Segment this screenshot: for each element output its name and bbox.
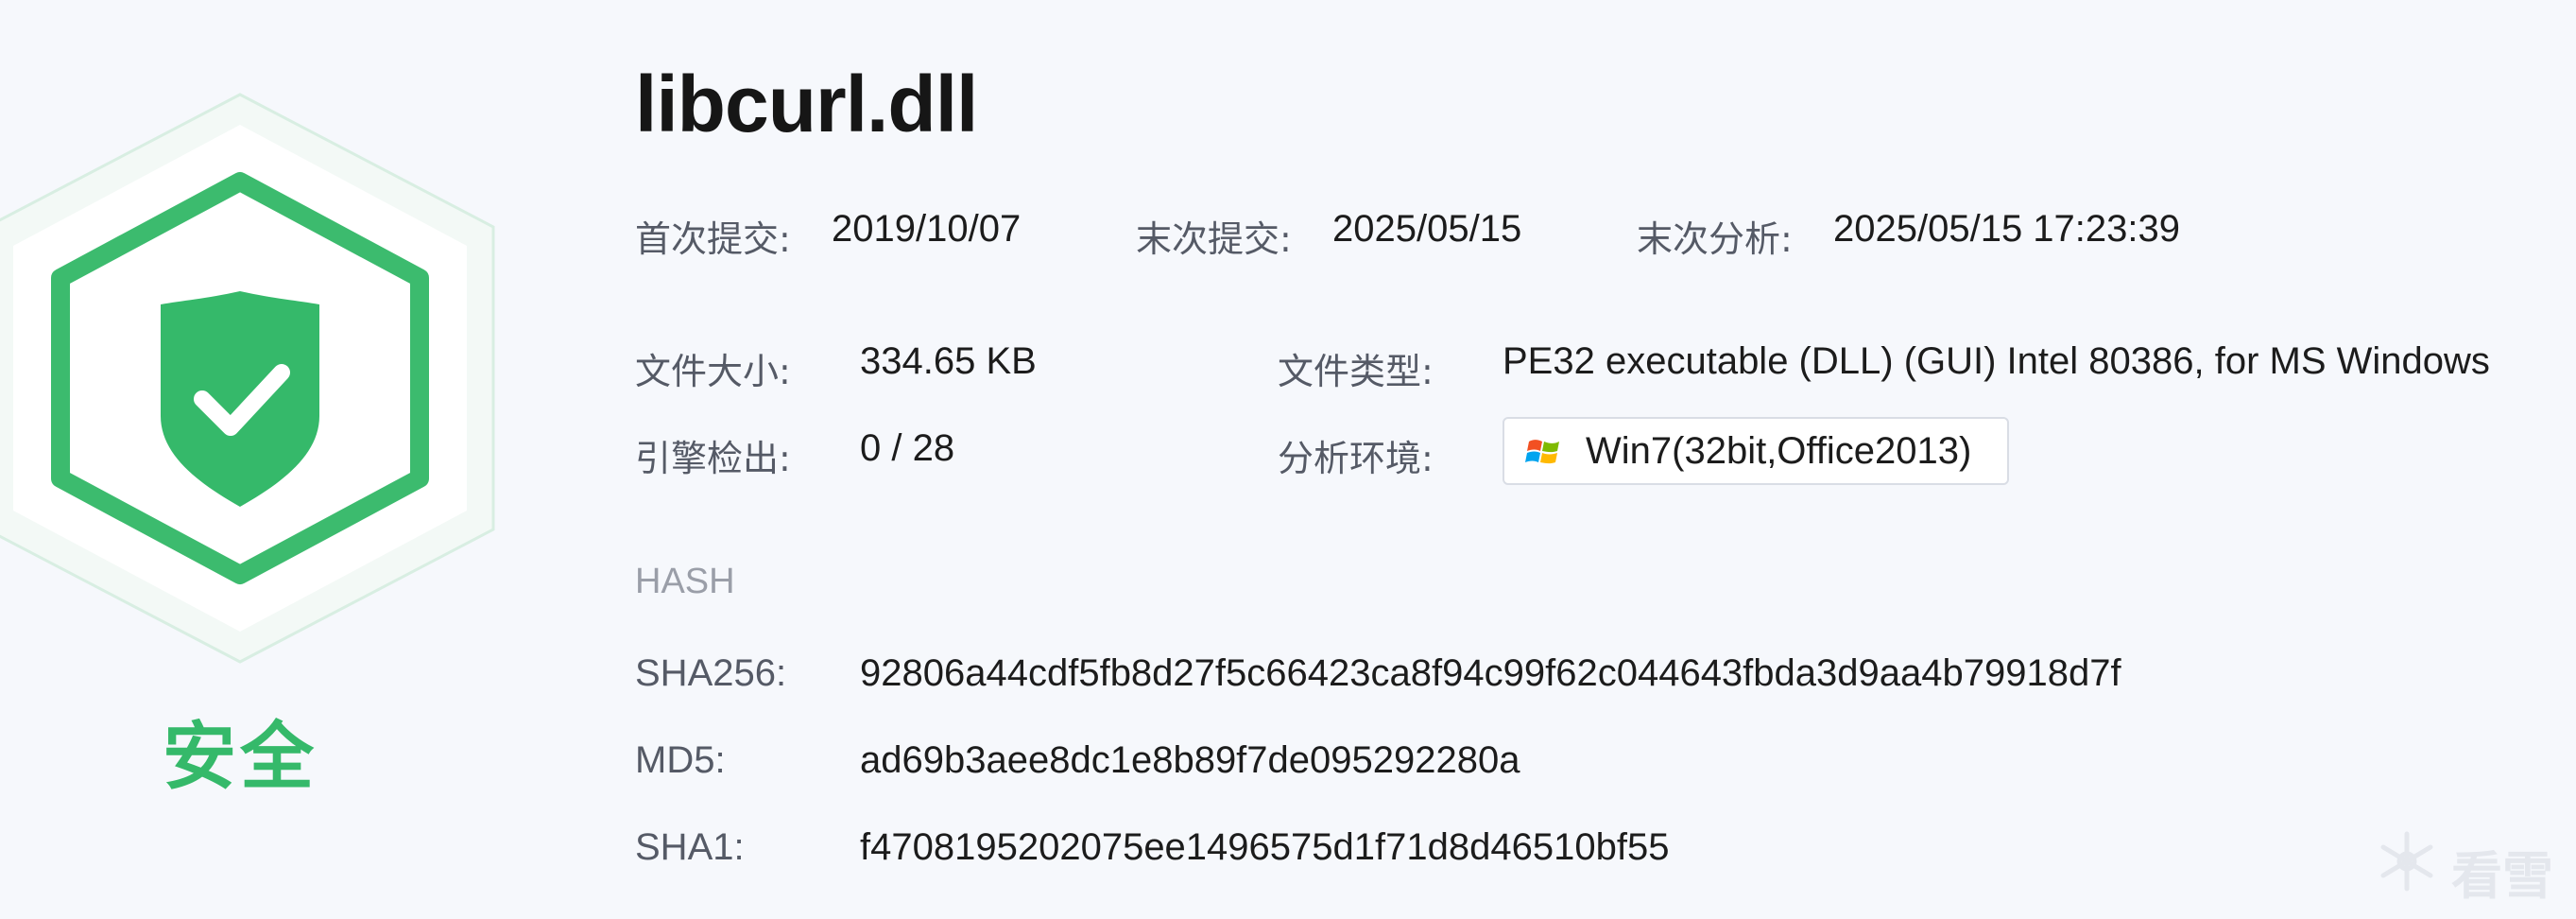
md5-value[interactable]: ad69b3aee8dc1e8b89f7de095292280a xyxy=(860,739,1520,782)
sha1-value[interactable]: f4708195202075ee1496575d1f71d8d46510bf55 xyxy=(860,826,1669,869)
last-submit-label: 末次提交: xyxy=(1136,218,1292,260)
file-name-title: libcurl.dll xyxy=(635,60,978,148)
last-submit-value: 2025/05/15 xyxy=(1332,208,1522,250)
sha1-label: SHA1: xyxy=(635,826,745,868)
analysis-env-tag[interactable]: Win7(32bit,Office2013) xyxy=(1503,417,2009,485)
snowflake-icon xyxy=(2380,831,2433,892)
analysis-env-value: Win7(32bit,Office2013) xyxy=(1586,430,1972,472)
watermark-text: 看雪 xyxy=(2451,846,2553,906)
sha256-label: SHA256: xyxy=(635,652,787,694)
windows-logo-icon xyxy=(1525,440,1559,464)
last-analysis-value: 2025/05/15 17:23:39 xyxy=(1833,208,2181,250)
engine-detect-value: 0 / 28 xyxy=(860,427,955,469)
md5-label: MD5: xyxy=(635,739,726,781)
analysis-env-label: 分析环境: xyxy=(1278,438,1434,479)
file-size-value: 334.65 KB xyxy=(860,340,1037,382)
sha256-value[interactable]: 92806a44cdf5fb8d27f5c66423ca8f94c99f62c0… xyxy=(860,652,2121,695)
last-analysis-label: 末次分析: xyxy=(1637,218,1793,260)
file-size-label: 文件大小: xyxy=(635,351,791,392)
safe-hexagon-icon xyxy=(0,93,495,664)
first-submit-label: 首次提交: xyxy=(635,218,791,260)
engine-detect-label: 引擎检出: xyxy=(635,438,791,479)
file-type-label: 文件类型: xyxy=(1278,351,1434,392)
verdict-label: 安全 xyxy=(163,715,318,800)
first-submit-value: 2019/10/07 xyxy=(832,208,1022,250)
hash-section-title: HASH xyxy=(635,562,735,601)
verdict-badge xyxy=(0,57,529,700)
file-report-page: 安全 libcurl.dll 首次提交: 2019/10/07 末次提交: 20… xyxy=(0,0,2576,919)
watermark: 看雪 xyxy=(2374,828,2563,906)
file-type-value: PE32 executable (DLL) (GUI) Intel 80386,… xyxy=(1503,340,2490,382)
